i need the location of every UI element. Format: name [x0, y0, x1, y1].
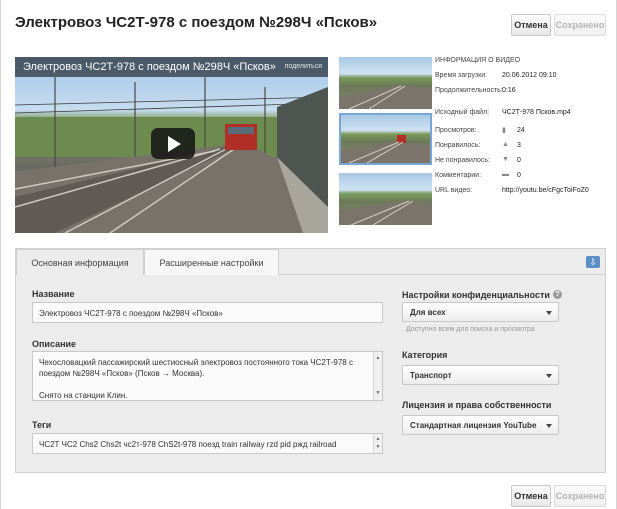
privacy-label-text: Настройки конфиденциальности	[402, 290, 550, 300]
chevron-down-icon	[546, 424, 552, 428]
saved-button[interactable]: Сохранено	[554, 14, 606, 36]
tags-label: Теги	[32, 420, 52, 430]
chevron-down-icon	[546, 374, 552, 378]
share-link[interactable]: поделиться	[285, 63, 322, 70]
play-icon	[168, 136, 181, 152]
play-button[interactable]	[151, 128, 195, 159]
chevron-down-icon	[546, 311, 552, 315]
description-label: Описание	[32, 339, 77, 349]
likes-value: 3	[517, 142, 521, 149]
thumbnail-option-selected[interactable]	[339, 113, 432, 165]
help-icon[interactable]: ?	[552, 290, 562, 299]
comment-icon: ▬	[502, 171, 509, 178]
description-line: Чехословацкий пассажирский шестиосный эл…	[39, 358, 353, 367]
privacy-label: Настройки конфиденциальности?	[402, 290, 562, 300]
bar-chart-icon: ▮	[502, 127, 506, 134]
tab-advanced-settings[interactable]: Расширенные настройки	[144, 249, 279, 275]
video-url-link[interactable]: http://youtu.be/cFgcToiFoZ0	[502, 187, 589, 194]
license-select[interactable]: Стандартная лицензия YouTube	[402, 415, 559, 435]
views-label: Просмотров:	[435, 127, 477, 134]
thumbnail-option[interactable]	[339, 57, 432, 109]
tab-basic-info[interactable]: Основная информация	[16, 249, 144, 275]
likes-label: Понравилось:	[435, 142, 481, 149]
comments-label: Комментарии:	[435, 172, 482, 179]
cancel-button[interactable]: Отмена	[511, 14, 551, 36]
video-url-label: URL видео:	[435, 187, 473, 194]
video-player[interactable]: Электровоз ЧС2Т-978 с поездом №298Ч «Пск…	[15, 57, 328, 233]
category-select-value: Транспорт	[410, 371, 452, 380]
page-title: Электровоз ЧС2Т-978 с поездом №298Ч «Пск…	[15, 14, 378, 31]
privacy-select-value: Для всех	[410, 308, 446, 317]
title-input[interactable]: Электровоз ЧС2Т-978 с поездом №298Ч «Пск…	[32, 302, 383, 323]
description-textarea[interactable]: Чехословацкий пассажирский шестиосный эл…	[32, 351, 383, 401]
video-title[interactable]: Электровоз ЧС2Т-978 с поездом №298Ч «Пск…	[23, 61, 276, 73]
scroll-down-icon[interactable]: ▼	[374, 442, 382, 453]
tags-textarea[interactable]: ЧС2Т ЧС2 Chs2 Chs2t чс2т-978 ChS2t-978 п…	[32, 433, 383, 454]
duration-label: Продолжительность:	[435, 87, 503, 94]
description-line: Снято на станции Клин.	[39, 391, 128, 400]
cancel-button-bottom[interactable]: Отмена	[511, 485, 551, 507]
dislikes-label: Не понравилось:	[435, 157, 491, 164]
export-icon[interactable]: ⇩	[586, 256, 600, 268]
scroll-up-icon[interactable]: ▲	[374, 353, 382, 364]
privacy-select[interactable]: Для всех	[402, 302, 559, 322]
thumbs-down-icon: ▼	[502, 156, 509, 163]
description-line: поездом №298Ч «Псков» (Псков → Москва).	[39, 369, 205, 378]
description-scrollbar[interactable]: ▲ ▼	[373, 352, 382, 400]
dislikes-value: 0	[517, 157, 521, 164]
thumbnail-option[interactable]	[339, 173, 432, 225]
category-select[interactable]: Транспорт	[402, 365, 559, 385]
views-value: 24	[517, 127, 525, 134]
source-file-label: Исходный файл:	[435, 109, 490, 116]
scroll-down-icon[interactable]: ▼	[374, 388, 382, 399]
source-file-value: ЧС2Т-978 Псков.mp4	[502, 109, 571, 116]
duration-value: 0:16	[502, 87, 516, 94]
title-label: Название	[32, 289, 75, 299]
upload-time-value: 20.06.2012 09:10	[502, 72, 557, 79]
privacy-hint: Доступно всем для поиска и просмотра	[406, 326, 535, 333]
upload-time-label: Время загрузки:	[435, 72, 488, 79]
video-info-heading: ИНФОРМАЦИЯ О ВИДЕО	[435, 57, 521, 64]
saved-button-bottom[interactable]: Сохранено	[554, 485, 606, 507]
comments-value: 0	[517, 172, 521, 179]
tags-scrollbar[interactable]: ▲ ▼	[373, 434, 382, 453]
category-label: Категория	[402, 350, 448, 360]
description-line	[39, 379, 376, 390]
tags-line: ЧС2Т ЧС2 Chs2 Chs2t чс2т-978 ChS2t-978 п…	[39, 440, 337, 449]
license-select-value: Стандартная лицензия YouTube	[410, 421, 537, 430]
license-label: Лицензия и права собственности	[402, 400, 552, 410]
thumbs-up-icon: ▲	[502, 141, 509, 148]
